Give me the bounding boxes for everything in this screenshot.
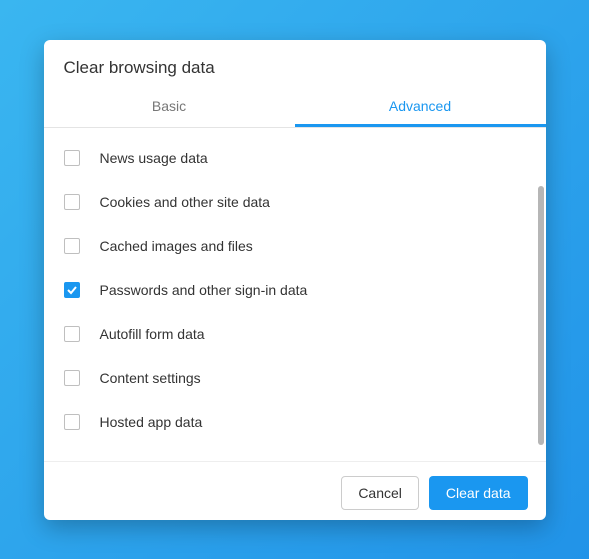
cancel-button[interactable]: Cancel: [341, 476, 419, 510]
item-label: News usage data: [100, 150, 208, 166]
scrollbar-thumb[interactable]: [538, 186, 544, 445]
checkbox-cookies[interactable]: [64, 194, 80, 210]
check-icon: [66, 284, 78, 296]
options-list: News usage data Cookies and other site d…: [44, 128, 546, 461]
tab-advanced[interactable]: Advanced: [295, 88, 546, 127]
checkbox-content-settings[interactable]: [64, 370, 80, 386]
list-item: News usage data: [44, 136, 546, 180]
checkbox-news-usage[interactable]: [64, 150, 80, 166]
tab-basic-label: Basic: [152, 98, 186, 114]
list-item: Cookies and other site data: [44, 180, 546, 224]
dialog-title: Clear browsing data: [44, 40, 546, 88]
options-list-wrap: News usage data Cookies and other site d…: [44, 128, 546, 461]
checkbox-hosted-app[interactable]: [64, 414, 80, 430]
dialog-tabs: Basic Advanced: [44, 88, 546, 128]
list-item: Content settings: [44, 356, 546, 400]
list-item: Hosted app data: [44, 400, 546, 444]
item-label: Passwords and other sign-in data: [100, 282, 308, 298]
item-label: Hosted app data: [100, 414, 203, 430]
list-item: Autofill form data: [44, 312, 546, 356]
item-label: Autofill form data: [100, 326, 205, 342]
checkbox-passwords[interactable]: [64, 282, 80, 298]
clear-data-button[interactable]: Clear data: [429, 476, 528, 510]
dialog-footer: Cancel Clear data: [44, 461, 546, 520]
item-label: Cookies and other site data: [100, 194, 270, 210]
tab-basic[interactable]: Basic: [44, 88, 295, 127]
list-item: Passwords and other sign-in data: [44, 268, 546, 312]
list-item: Cached images and files: [44, 224, 546, 268]
item-label: Cached images and files: [100, 238, 253, 254]
item-label: Content settings: [100, 370, 201, 386]
checkbox-cached-images[interactable]: [64, 238, 80, 254]
clear-browsing-data-dialog: Clear browsing data Basic Advanced News …: [44, 40, 546, 520]
tab-advanced-label: Advanced: [389, 98, 451, 114]
checkbox-autofill[interactable]: [64, 326, 80, 342]
